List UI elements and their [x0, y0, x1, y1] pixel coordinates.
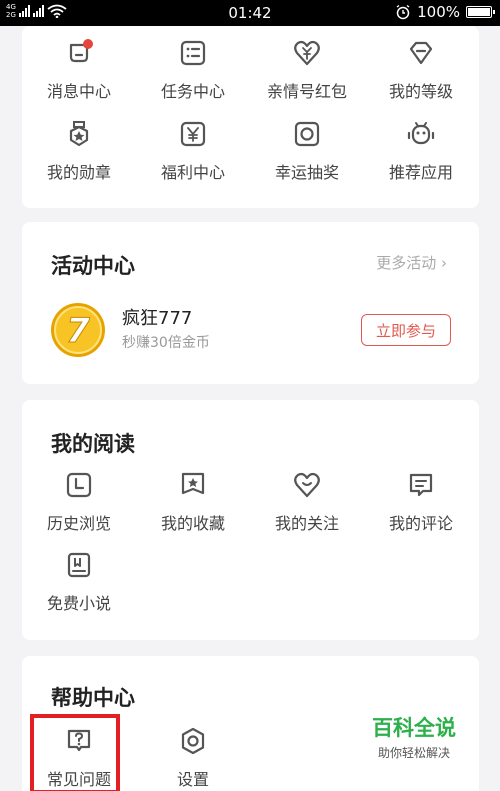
promo-subtitle: 秒赚30倍金币 [122, 335, 210, 351]
task-list-icon [180, 40, 206, 66]
faq-highlight-box [30, 714, 120, 791]
grid-item-label: 福利中心 [160, 163, 225, 182]
status-right: 100% [395, 3, 495, 21]
grid-item-lucky-draw[interactable]: 幸运抽奖 [250, 119, 364, 183]
battery-percent: 100% [417, 3, 460, 21]
watermark-slogan: 助你轻松解决 [377, 746, 450, 760]
grid-item-welfare-center[interactable]: 福利中心 [136, 119, 250, 183]
comment-icon [409, 473, 433, 497]
alarm-icon [396, 4, 410, 20]
activity-title: 活动中心 [51, 254, 135, 278]
coin-number: 7 [66, 311, 90, 351]
message-bell-icon [69, 39, 93, 63]
bookmark-star-icon [181, 472, 205, 495]
join-now-button[interactable]: 立即参与 [361, 314, 451, 346]
gold-coin-icon: 7 [51, 303, 105, 357]
grid-item-label: 推荐应用 [388, 163, 453, 182]
lottery-icon [294, 121, 320, 147]
reading-item-label: 我的收藏 [160, 514, 225, 533]
grid-item-my-level[interactable]: 我的等级 [364, 38, 478, 102]
grid-item-label: 任务中心 [160, 82, 225, 101]
medal-icon [69, 121, 89, 147]
help-title: 帮助中心 [51, 686, 135, 710]
battery-fill [468, 8, 490, 16]
grid-item-family-red-packet[interactable]: 亲情号红包 [250, 38, 364, 102]
more-activities-link[interactable]: 更多活动 › [376, 252, 447, 273]
reading-item-free-novels[interactable]: 免费小说 [22, 550, 136, 614]
robot-app-icon [407, 122, 435, 145]
watermark: 百科全说 助你轻松解决 [358, 712, 470, 761]
grid-item-label: 幸运抽奖 [274, 163, 339, 182]
activity-card: 活动中心 更多活动 › 7 疯狂777 秒赚30倍金币 立即参与 [22, 222, 479, 384]
reading-item-comments[interactable]: 我的评论 [364, 470, 478, 534]
reading-item-label: 我的关注 [274, 514, 339, 533]
grid-item-label: 亲情号红包 [266, 82, 347, 101]
reading-item-favorites[interactable]: 我的收藏 [136, 470, 250, 534]
heart-red-packet-icon [294, 40, 320, 66]
reading-item-history[interactable]: 历史浏览 [22, 470, 136, 534]
battery-icon [466, 6, 495, 18]
history-clock-icon [66, 472, 92, 498]
grid-item-task-center[interactable]: 任务中心 [136, 38, 250, 102]
book-icon [67, 552, 91, 578]
reading-item-following[interactable]: 我的关注 [250, 470, 364, 534]
settings-icon [181, 727, 205, 755]
level-gem-icon [409, 41, 433, 65]
reading-card: 我的阅读 历史浏览 我的收藏 我的关注 我的评论 免费小说 [22, 400, 479, 640]
grid-item-message-center[interactable]: 消息中心 [22, 38, 136, 102]
help-item-label: 设置 [176, 770, 209, 789]
help-item-settings[interactable]: 设置 [136, 726, 250, 790]
notification-dot [83, 39, 93, 49]
reading-item-label: 免费小说 [46, 594, 111, 613]
welfare-yen-icon [180, 121, 206, 147]
grid-item-label: 我的勋章 [46, 163, 111, 182]
reading-title: 我的阅读 [51, 432, 135, 456]
promo-title: 疯狂777 [122, 308, 193, 329]
grid-item-recommended-apps[interactable]: 推荐应用 [364, 119, 478, 183]
watermark-brand: 百科全说 [372, 716, 456, 740]
grid-item-label: 我的等级 [388, 82, 453, 101]
grid-item-my-medals[interactable]: 我的勋章 [22, 119, 136, 183]
heart-follow-icon [294, 472, 320, 498]
status-bar: 4G 2G 01:42 100% [0, 0, 500, 26]
reading-item-label: 历史浏览 [46, 514, 111, 533]
reading-item-label: 我的评论 [388, 514, 453, 533]
grid-item-label: 消息中心 [46, 82, 111, 101]
quick-grid-card: 消息中心 任务中心 亲情号红包 我的等级 我的勋章 福利中心 幸运抽奖 推荐应用 [22, 26, 479, 208]
